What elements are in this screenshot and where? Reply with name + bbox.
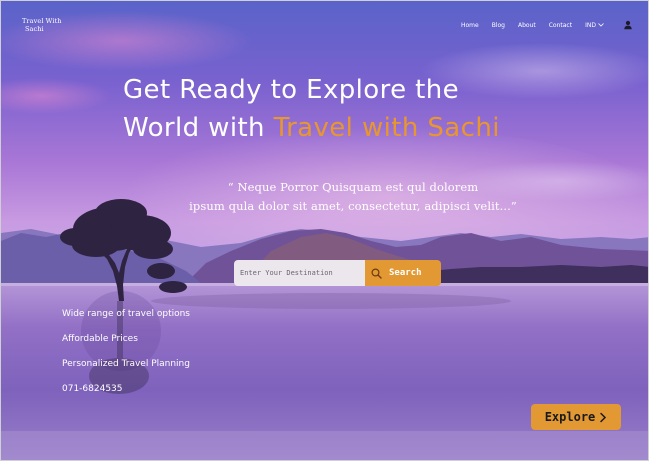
chevron-right-icon	[600, 412, 607, 422]
landing-page: Travel With Sachi Home Blog About Contac…	[0, 0, 649, 461]
feature-item-affordable-prices: Affordable Prices	[62, 334, 138, 344]
hero-headline-line2: World with Travel with Sachi	[123, 109, 500, 147]
chevron-down-icon	[598, 23, 604, 27]
hero-headline-line1: Get Ready to Explore the	[123, 75, 460, 105]
hero-quote-line1: “ Neque Porror Quisquam est qul dolorem	[227, 180, 479, 194]
hero-headline-highlight: Travel with Sachi	[273, 113, 500, 143]
language-selector-value: IND	[585, 21, 596, 29]
destination-search: Search	[234, 260, 441, 286]
brand-logo[interactable]: Travel With Sachi	[22, 17, 62, 33]
search-icon	[371, 267, 382, 279]
search-button[interactable]: Search	[365, 260, 441, 286]
feature-item-travel-options: Wide range of travel options	[62, 309, 190, 319]
nav-item-home[interactable]: Home	[461, 22, 479, 29]
destination-search-input[interactable]	[234, 260, 365, 286]
nav-item-blog[interactable]: Blog	[492, 22, 505, 29]
search-button-label: Search	[389, 268, 422, 278]
brand-logo-line2: Sachi	[25, 25, 44, 33]
nav-item-contact[interactable]: Contact	[549, 22, 572, 29]
explore-button-label: Explore	[544, 410, 596, 424]
brand-logo-line1: Travel With	[22, 17, 62, 25]
nav-item-about[interactable]: About	[518, 22, 536, 29]
features-list: Wide range of travel options Affordable …	[62, 307, 190, 407]
hero-headline-line2-prefix: World with	[123, 113, 274, 143]
hero-quote-line2: ipsum qula dolor sit amet, consectetur, …	[189, 199, 517, 213]
contact-phone: 071-6824535	[62, 384, 123, 394]
feature-item-personalized-planning: Personalized Travel Planning	[62, 359, 190, 369]
hero-quote: “ Neque Porror Quisquam est qul dolorem …	[163, 178, 543, 216]
user-icon[interactable]	[623, 20, 633, 30]
explore-button[interactable]: Explore	[531, 404, 621, 430]
hero-headline: Get Ready to Explore the World with Trav…	[123, 71, 500, 147]
top-nav: Home Blog About Contact IND	[461, 20, 618, 30]
language-selector[interactable]: IND	[585, 22, 604, 29]
